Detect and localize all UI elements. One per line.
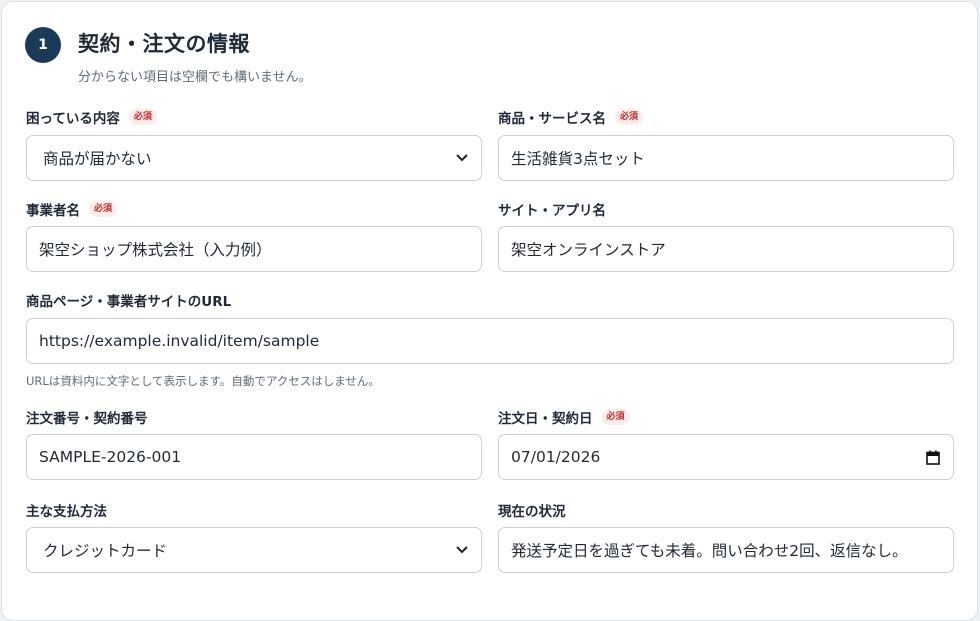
section-subtitle: 分からない項目は空欄でも構いません。 <box>78 70 312 85</box>
required-badge: 必須 <box>89 201 118 217</box>
order-date-input[interactable]: 07/01/2026 <box>498 434 954 480</box>
issue-select-value: 商品が届かない <box>43 150 152 168</box>
issue-select[interactable]: 商品が届かない <box>26 135 482 181</box>
business-input-value: 架空ショップ株式会社（入力例） <box>39 241 272 259</box>
section-title: 契約・注文の情報 <box>78 32 250 56</box>
issue-label-text: 困っている内容 <box>26 111 120 127</box>
required-badge: 必須 <box>128 109 157 125</box>
required-badge: 必須 <box>615 109 644 125</box>
chevron-down-icon <box>455 543 469 557</box>
required-badge: 必須 <box>601 409 630 425</box>
url-hint: URLは資料内に文字として表示します。自動でアクセスはしません。 <box>26 374 380 388</box>
payment-select[interactable]: クレジットカード <box>26 527 482 573</box>
issue-label: 困っている内容 必須 <box>26 107 157 127</box>
product-label-text: 商品・サービス名 <box>498 111 606 127</box>
chevron-down-icon <box>455 151 469 165</box>
order-number-label: 注文番号・契約番号 <box>26 407 148 427</box>
site-input[interactable]: 架空オンラインストア <box>498 226 954 272</box>
url-input[interactable]: https://example.invalid/item/sample <box>26 318 954 364</box>
order-date-label: 注文日・契約日 必須 <box>498 407 630 427</box>
business-label: 事業者名 必須 <box>26 199 118 219</box>
payment-label-text: 主な支払方法 <box>26 504 107 520</box>
url-label: 商品ページ・事業者サイトのURL <box>26 290 231 310</box>
product-input[interactable]: 生活雑貨3点セット <box>498 135 954 181</box>
site-label: サイト・アプリ名 <box>498 199 606 219</box>
business-label-text: 事業者名 <box>26 203 80 219</box>
order-date-label-text: 注文日・契約日 <box>498 411 593 427</box>
order-number-input-value: SAMPLE-2026-001 <box>39 448 182 466</box>
order-number-label-text: 注文番号・契約番号 <box>26 411 148 427</box>
payment-label: 主な支払方法 <box>26 500 107 520</box>
product-input-value: 生活雑貨3点セット <box>511 150 645 168</box>
calendar-icon[interactable] <box>925 449 941 465</box>
payment-select-value: クレジットカード <box>43 542 168 560</box>
order-number-input[interactable]: SAMPLE-2026-001 <box>26 434 482 480</box>
site-input-value: 架空オンラインストア <box>511 241 666 259</box>
status-label-text: 現在の状況 <box>498 504 566 520</box>
product-label: 商品・サービス名 必須 <box>498 107 644 127</box>
status-input[interactable]: 発送予定日を過ぎても未着。問い合わせ2回、返信なし。 <box>498 527 954 573</box>
status-input-value: 発送予定日を過ぎても未着。問い合わせ2回、返信なし。 <box>511 542 908 560</box>
url-label-text: 商品ページ・事業者サイトのURL <box>26 294 232 310</box>
business-input[interactable]: 架空ショップ株式会社（入力例） <box>26 226 482 272</box>
url-input-value: https://example.invalid/item/sample <box>39 332 320 350</box>
status-label: 現在の状況 <box>498 500 566 520</box>
order-date-input-value: 07/01/2026 <box>511 448 601 466</box>
step-number-badge: 1 <box>25 27 61 63</box>
site-label-text: サイト・アプリ名 <box>498 203 606 219</box>
